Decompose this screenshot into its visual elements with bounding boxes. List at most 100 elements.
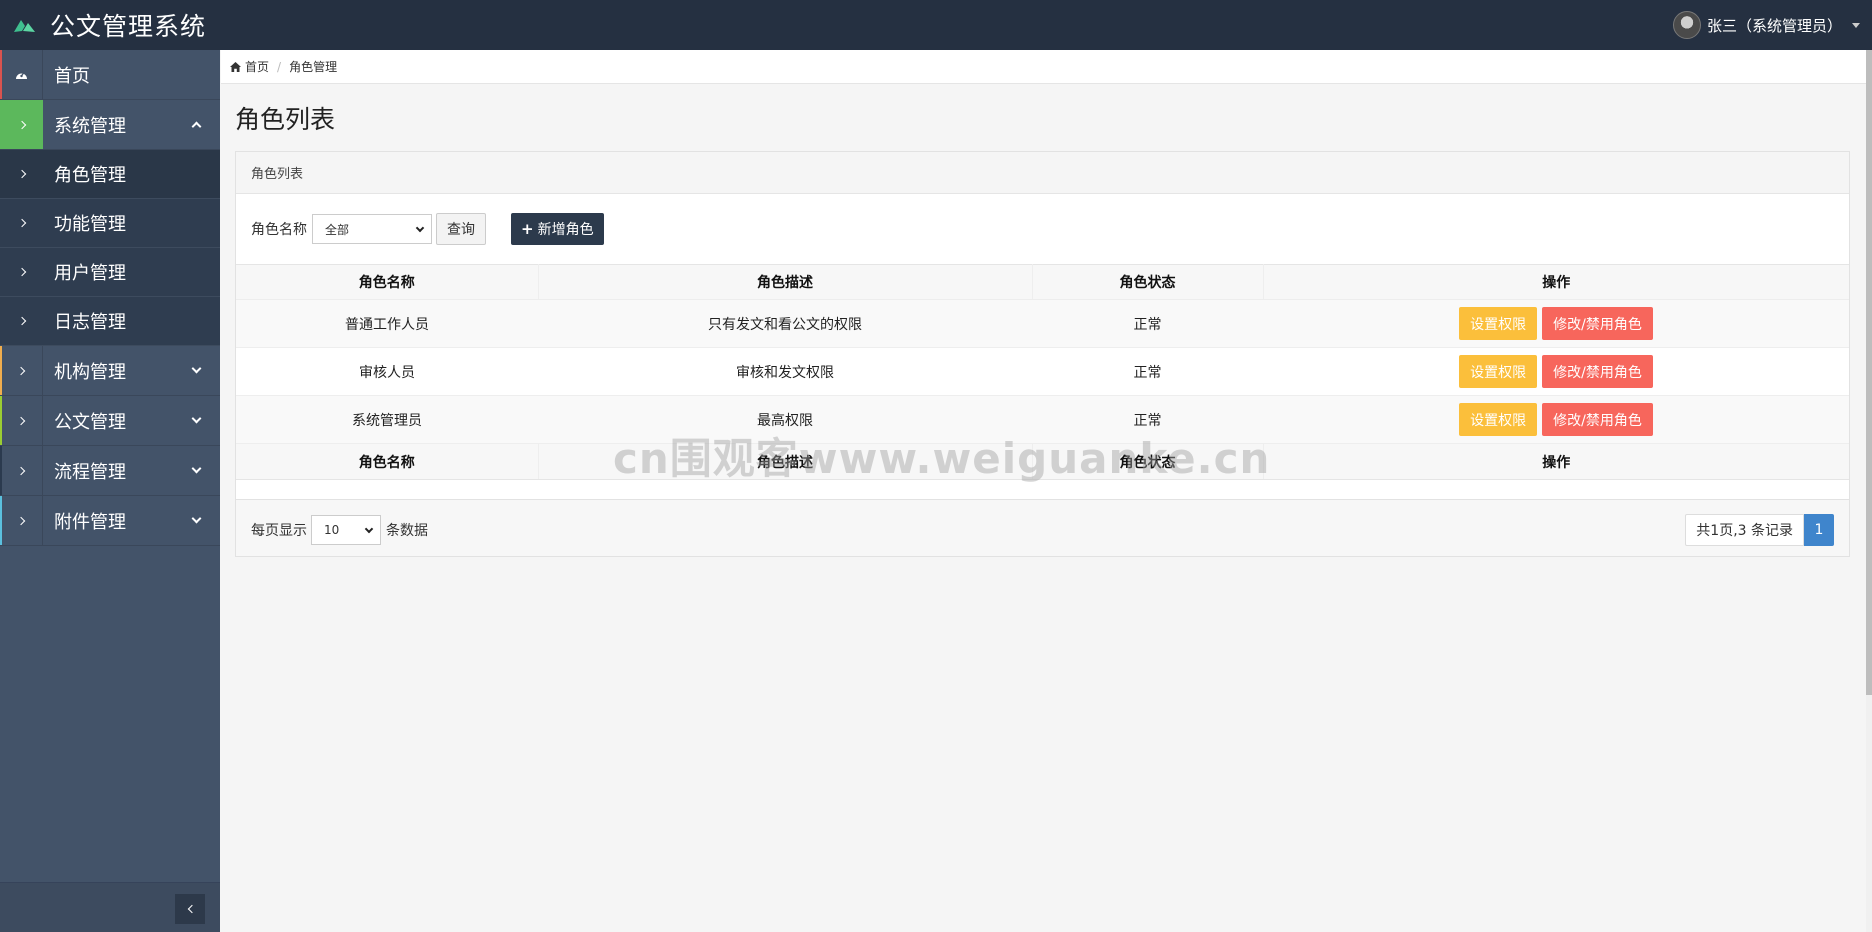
table-row: 审核人员 审核和发文权限 正常 设置权限 修改/禁用角色 — [236, 347, 1849, 396]
role-name-select[interactable]: 全部 — [312, 214, 432, 244]
sidebar-item-system[interactable]: 系统管理 — [0, 100, 220, 150]
page-size-prefix: 每页显示 — [251, 523, 307, 539]
pagination: 共1页,3 条记录 1 — [1685, 514, 1834, 546]
sidebar-subitem-log[interactable]: 日志管理 — [0, 297, 220, 346]
column-header-role-status[interactable]: 角色状态 — [1032, 264, 1264, 300]
page-size-control: 每页显示 10 条数据 — [251, 515, 428, 545]
edit-disable-role-button[interactable]: 修改/禁用角色 — [1542, 307, 1653, 340]
sidebar-item-workflow[interactable]: 流程管理 — [0, 446, 220, 496]
role-name-select-value: 全部 — [325, 222, 350, 237]
set-permission-button[interactable]: 设置权限 — [1459, 403, 1538, 436]
page-button-1[interactable]: 1 — [1804, 514, 1834, 546]
breadcrumb-home-link[interactable]: 首页 — [245, 58, 269, 75]
chevron-down-icon — [184, 513, 208, 524]
chevron-right-icon — [0, 150, 43, 198]
cell-role-status: 正常 — [1032, 299, 1263, 348]
chevron-down-icon — [184, 413, 208, 424]
column-header-actions: 操作 — [1263, 264, 1849, 300]
sidebar-item-label: 附件管理 — [54, 511, 126, 533]
add-role-button[interactable]: + 新增角色 — [511, 213, 604, 245]
chevron-right-icon — [0, 297, 43, 345]
sidebar-item-label: 流程管理 — [54, 461, 126, 483]
page-size-value: 10 — [324, 523, 340, 537]
cell-role-desc: 审核和发文权限 — [538, 347, 1032, 396]
breadcrumb: 首页 / 角色管理 — [221, 50, 1866, 84]
sidebar-item-document[interactable]: 公文管理 — [0, 396, 220, 446]
cell-role-name: 普通工作人员 — [236, 299, 538, 348]
brand[interactable]: 公文管理系统 — [12, 0, 206, 50]
chevron-right-icon — [0, 248, 43, 296]
chevron-down-icon — [184, 363, 208, 374]
set-permission-button[interactable]: 设置权限 — [1459, 307, 1538, 340]
chevron-down-icon — [364, 524, 374, 533]
sidebar-item-label: 公文管理 — [54, 411, 126, 433]
sidebar-item-label: 机构管理 — [54, 361, 126, 383]
chevron-right-icon — [0, 396, 43, 445]
breadcrumb-separator: / — [277, 59, 282, 74]
breadcrumb-current: 角色管理 — [289, 60, 338, 74]
edit-disable-role-button[interactable]: 修改/禁用角色 — [1542, 403, 1653, 436]
table-header-row: 角色名称 角色描述 角色状态 操作 — [236, 264, 1849, 300]
watermark: cn围观客www.weiguanke.cn — [613, 434, 1271, 483]
brand-logo-icon — [14, 20, 35, 32]
chevron-up-icon — [184, 119, 208, 132]
page-size-suffix: 条数据 — [386, 523, 428, 539]
plus-icon: + — [521, 220, 534, 238]
column-header-role-desc[interactable]: 角色描述 — [538, 264, 1033, 300]
cell-role-name: 审核人员 — [236, 347, 538, 396]
panel-heading: 角色列表 — [236, 152, 1849, 194]
avatar — [1672, 11, 1701, 39]
sidebar-footer — [0, 882, 220, 932]
sidebar-subitem-label: 日志管理 — [54, 312, 126, 333]
query-button-label: 查询 — [447, 222, 475, 238]
home-icon — [230, 61, 241, 72]
filter-bar: 角色名称 全部 查询 + 新增角色 — [236, 194, 1849, 264]
column-header-role-name[interactable]: 角色名称 — [236, 264, 539, 300]
add-role-button-label: 新增角色 — [537, 222, 594, 238]
sidebar-item-org[interactable]: 机构管理 — [0, 346, 220, 396]
sidebar-subitem-role[interactable]: 角色管理 — [0, 150, 220, 199]
user-menu[interactable]: 张三（系统管理员） — [1672, 0, 1860, 50]
user-name: 张三（系统管理员） — [1706, 16, 1842, 35]
cell-actions: 设置权限 修改/禁用角色 — [1263, 347, 1849, 396]
top-navbar: 公文管理系统 张三（系统管理员） — [0, 0, 1872, 50]
table-row: 普通工作人员 只有发文和看公文的权限 正常 设置权限 修改/禁用角色 — [236, 299, 1849, 348]
sidebar: 首页 系统管理 角色管理 功能管理 用户管理 日志管理 机构管理 公文管理 流程… — [0, 50, 220, 932]
chevron-down-icon — [415, 223, 425, 232]
chevron-right-icon — [0, 446, 43, 495]
role-name-filter-label: 角色名称 — [251, 222, 307, 238]
page-size-select[interactable]: 10 — [311, 515, 381, 545]
cell-actions: 设置权限 修改/禁用角色 — [1263, 395, 1849, 444]
query-button[interactable]: 查询 — [436, 213, 486, 245]
cell-role-desc: 只有发文和看公文的权限 — [538, 299, 1032, 348]
sidebar-subitem-user[interactable]: 用户管理 — [0, 248, 220, 297]
footer-header-role-name: 角色名称 — [236, 443, 539, 480]
sidebar-item-label: 首页 — [54, 65, 90, 87]
sidebar-item-home[interactable]: 首页 — [0, 50, 220, 100]
app-title: 公文管理系统 — [50, 12, 207, 41]
sidebar-collapse-button[interactable] — [175, 894, 205, 924]
footer-header-actions: 操作 — [1263, 443, 1849, 480]
cell-role-name: 系统管理员 — [236, 395, 538, 444]
chevron-left-icon — [187, 904, 196, 914]
sidebar-subitem-label: 角色管理 — [54, 165, 126, 186]
sidebar-subitem-label: 用户管理 — [54, 263, 126, 284]
role-list-panel: 角色列表 角色名称 全部 查询 + 新增角色 角色名称 角色描述 角色状态 操作… — [235, 151, 1850, 557]
chevron-down-icon — [184, 463, 208, 474]
vertical-scrollbar[interactable] — [1866, 50, 1872, 932]
pagination-bar: 每页显示 10 条数据 共1页,3 条记录 1 — [236, 500, 1849, 560]
page-title: 角色列表 — [235, 105, 336, 134]
sidebar-item-attachment[interactable]: 附件管理 — [0, 496, 220, 546]
edit-disable-role-button[interactable]: 修改/禁用角色 — [1542, 355, 1653, 388]
scrollbar-thumb[interactable] — [1866, 50, 1872, 695]
caret-down-icon — [1852, 22, 1860, 28]
pagination-summary: 共1页,3 条记录 — [1685, 514, 1804, 546]
cell-role-status: 正常 — [1032, 347, 1263, 396]
sidebar-item-label: 系统管理 — [54, 115, 126, 137]
sidebar-subitem-function[interactable]: 功能管理 — [0, 199, 220, 248]
chevron-right-icon — [0, 100, 43, 149]
dashboard-icon — [0, 50, 43, 99]
set-permission-button[interactable]: 设置权限 — [1459, 355, 1538, 388]
chevron-right-icon — [0, 199, 43, 247]
chevron-right-icon — [0, 346, 43, 395]
